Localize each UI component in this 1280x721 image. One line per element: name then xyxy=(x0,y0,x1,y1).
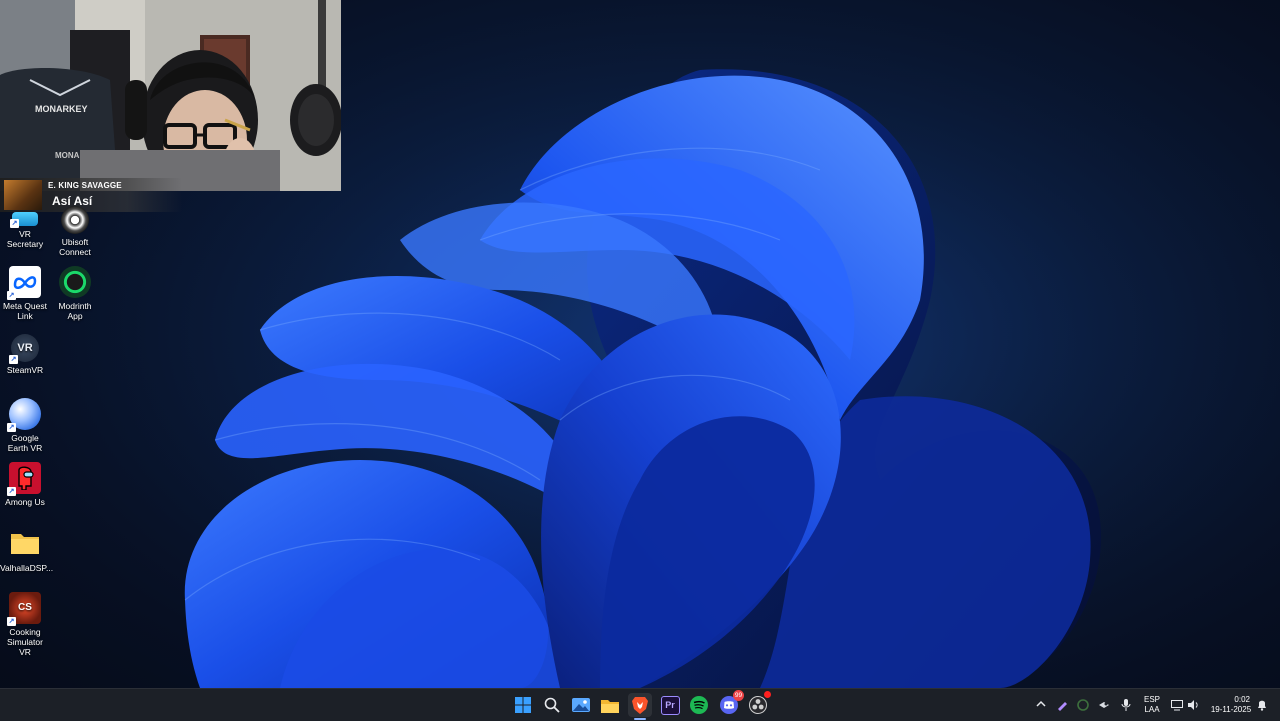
desktop-icon-valhalla-folder[interactable]: ValhallaDSP... xyxy=(0,528,54,573)
desktop-icon-modrinth-app[interactable]: Modrinth App xyxy=(50,266,100,321)
steam-tray-icon[interactable] xyxy=(1098,699,1110,711)
show-hidden-icons-chevron-icon[interactable] xyxy=(1035,699,1047,711)
pen-tray-icon[interactable] xyxy=(1056,699,1068,711)
desktop-icon-meta-quest-link[interactable]: ↗ Meta Quest Link xyxy=(0,266,50,321)
meta-quest-icon: ↗ xyxy=(7,266,41,300)
obs-icon xyxy=(749,696,767,714)
clock-date: 19-11-2025 xyxy=(1210,705,1252,714)
volume-icon[interactable] xyxy=(1187,699,1199,711)
microphone-icon[interactable] xyxy=(1120,699,1132,711)
brave-browser-icon xyxy=(632,697,648,714)
steamvr-icon: VR ↗ xyxy=(9,334,39,364)
search-button[interactable] xyxy=(540,693,564,717)
clock-time: 0:02 xyxy=(1234,695,1250,704)
shortcut-arrow-icon: ↗ xyxy=(7,617,16,626)
notification-bell-icon[interactable] xyxy=(1256,699,1268,711)
among-us-icon: ↗ xyxy=(7,462,41,496)
taskbar-premiere-button[interactable]: Pr xyxy=(658,693,682,717)
shortcut-arrow-icon: ↗ xyxy=(7,487,16,496)
recording-indicator xyxy=(764,691,771,698)
desktop-icon-label: Among Us xyxy=(5,497,45,507)
desktop-icon-among-us[interactable]: ↗ Among Us xyxy=(0,462,50,507)
desktop-icon-label: Google Earth VR xyxy=(7,433,43,453)
desktop-icon-steamvr[interactable]: VR ↗ SteamVR xyxy=(0,334,50,375)
keyboard-layout-code: LAA xyxy=(1144,705,1160,714)
desktop-icon-vr-secretary[interactable]: ↗ VR Secretary xyxy=(0,212,50,249)
shortcut-arrow-icon: ↗ xyxy=(7,423,16,432)
premiere-pro-icon: Pr xyxy=(660,695,680,715)
webcam-overlay: MONARKEY MONARKEY xyxy=(0,0,341,191)
language-indicator[interactable]: ESP LAA xyxy=(1140,695,1164,715)
google-earth-icon: ↗ xyxy=(7,398,41,432)
vr-secretary-icon: ↗ xyxy=(10,212,38,228)
taskbar-file-explorer-button[interactable] xyxy=(598,693,622,717)
taskbar-spotify-button[interactable] xyxy=(687,693,711,717)
chair-brand: MONARKEY xyxy=(35,104,88,114)
file-explorer-icon xyxy=(601,699,619,713)
ubisoft-connect-icon xyxy=(61,206,89,234)
windows-start-icon xyxy=(515,697,531,713)
language-code: ESP xyxy=(1143,695,1160,704)
start-button[interactable] xyxy=(511,693,535,717)
modrinth-icon xyxy=(59,266,91,298)
shortcut-arrow-icon: ↗ xyxy=(9,355,18,364)
desktop-icon-label: Cooking Simulator VR xyxy=(7,627,43,657)
clock[interactable]: 0:02 19-11-2025 xyxy=(1206,695,1256,715)
gallery-icon xyxy=(572,698,590,712)
taskbar: Pr 99 ESP LAA 0:02 19-11-2025 xyxy=(0,688,1280,721)
search-icon xyxy=(544,697,560,713)
shortcut-arrow-icon: ↗ xyxy=(7,291,16,300)
nvidia-tray-icon[interactable] xyxy=(1077,699,1089,711)
shortcut-arrow-icon: ↗ xyxy=(10,219,19,228)
cooking-simulator-icon: CS ↗ xyxy=(7,592,41,626)
folder-icon xyxy=(9,528,41,560)
taskbar-discord-button[interactable]: 99 xyxy=(717,690,744,717)
album-art xyxy=(4,180,42,210)
network-icon[interactable] xyxy=(1171,699,1183,711)
desktop-icon-label: Meta Quest Link xyxy=(3,301,47,321)
desktop-icon-google-earth-vr[interactable]: ↗ Google Earth VR xyxy=(0,398,50,453)
desktop-icon-label: SteamVR xyxy=(6,365,44,375)
desktop-icon-label: ValhallaDSP... xyxy=(0,563,54,573)
desktop-icon-cooking-simulator-vr[interactable]: CS ↗ Cooking Simulator VR xyxy=(0,592,50,657)
now-playing-artist: E. KING SAVAGGE xyxy=(48,181,122,190)
taskbar-brave-button[interactable] xyxy=(628,693,652,717)
spotify-icon xyxy=(690,696,708,714)
taskbar-obs-button[interactable] xyxy=(746,691,771,717)
discord-notification-badge: 99 xyxy=(733,690,744,701)
webcam-feed: MONARKEY MONARKEY xyxy=(0,0,341,191)
desktop-icon-label: Modrinth App xyxy=(58,301,92,321)
desktop-icon-ubisoft-connect[interactable]: Ubisoft Connect xyxy=(50,206,100,257)
desktop-icon-label: VR Secretary xyxy=(6,229,44,249)
desktop-icon-label: Ubisoft Connect xyxy=(59,237,91,257)
taskbar-gallery-button[interactable] xyxy=(569,693,593,717)
